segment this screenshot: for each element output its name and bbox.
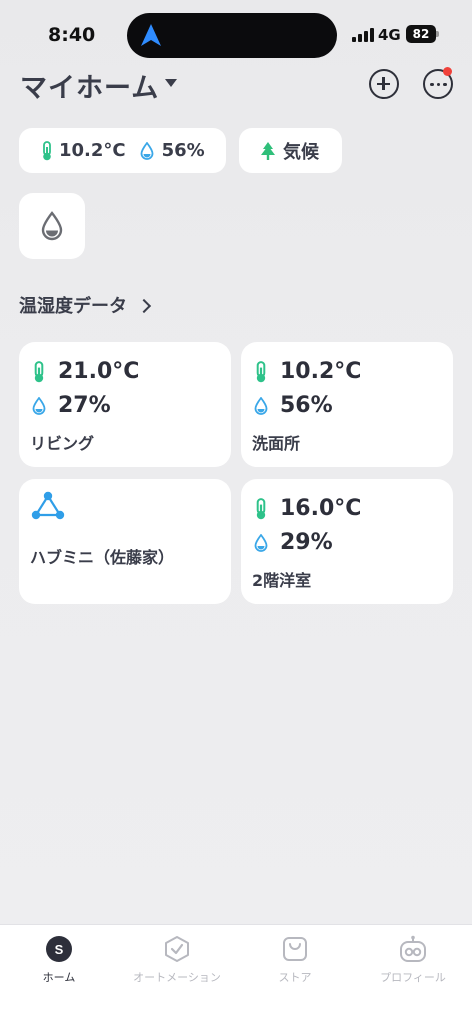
thermometer-icon [43,140,51,160]
device-card-2f-room[interactable]: 16.0°C 29% 2階洋室 [241,479,453,604]
weather-chip[interactable]: 10.2°C 56% [19,128,226,173]
thermometer-icon [256,497,266,519]
device-card-washroom[interactable]: 10.2°C 56% 洗面所 [241,342,453,467]
weather-temperature: 10.2°C [59,140,126,161]
device-name: ハブミニ（佐藤家） [30,548,175,567]
humidity-tile[interactable] [19,193,85,259]
temp-humidity-section-link[interactable]: 温湿度データ [19,292,152,318]
chevron-down-icon[interactable] [165,79,177,87]
tab-profile[interactable]: プロフィール [354,935,472,985]
chevron-right-icon [136,298,152,313]
weather-humidity: 56% [161,140,205,161]
network-type: 4G [378,26,401,44]
device-card-hub-mini[interactable]: ハブミニ（佐藤家） [19,479,231,604]
battery-cap [436,31,439,37]
droplet-icon [32,396,46,415]
tab-store[interactable]: ストア [236,935,354,985]
status-bar: 8:40 4G 82 [0,0,472,70]
tab-label: ストア [278,971,312,984]
battery-icon: 82 [406,25,436,43]
bag-icon [283,937,307,961]
shield-check-icon [165,936,189,962]
svg-text:S: S [55,942,64,957]
device-name: 洗面所 [252,434,301,453]
droplet-icon [41,211,63,241]
robot-icon [400,935,426,962]
dynamic-island [127,13,337,58]
hub-icon [31,491,65,520]
navigation-arrow-icon [141,24,161,46]
tab-home[interactable]: S ホーム [0,935,118,985]
device-humidity: 56% [280,393,333,418]
notification-dot [443,67,452,76]
tab-label: オートメーション [133,971,221,984]
status-time: 8:40 [48,24,96,46]
device-name: リビング [30,434,95,453]
device-name: 2階洋室 [252,571,312,590]
tab-automation[interactable]: オートメーション [118,935,236,985]
header: マイホーム [20,62,460,106]
droplet-icon [254,396,268,415]
thermometer-icon [34,360,44,382]
tab-label: ホーム [42,971,76,984]
climate-chip[interactable]: 気候 [239,128,342,173]
droplet-icon [140,141,154,160]
thermometer-icon [256,360,266,382]
droplet-icon [254,533,268,552]
device-humidity: 27% [58,393,111,418]
device-temperature: 10.2°C [280,359,362,384]
section-title: 温湿度データ [19,296,127,317]
device-temperature: 21.0°C [58,359,140,384]
home-title[interactable]: マイホーム [20,66,159,105]
device-temperature: 16.0°C [280,496,362,521]
tree-icon [261,141,275,160]
device-humidity: 29% [280,530,333,555]
tab-label: プロフィール [380,971,446,984]
signal-icon [352,28,374,42]
tab-bar: S ホーム オートメーション ストア プロフィール [0,924,472,1024]
s-logo-icon: S [46,936,72,962]
device-card-living[interactable]: 21.0°C 27% リビング [19,342,231,467]
add-button[interactable] [369,69,399,99]
climate-label: 気候 [283,141,319,163]
